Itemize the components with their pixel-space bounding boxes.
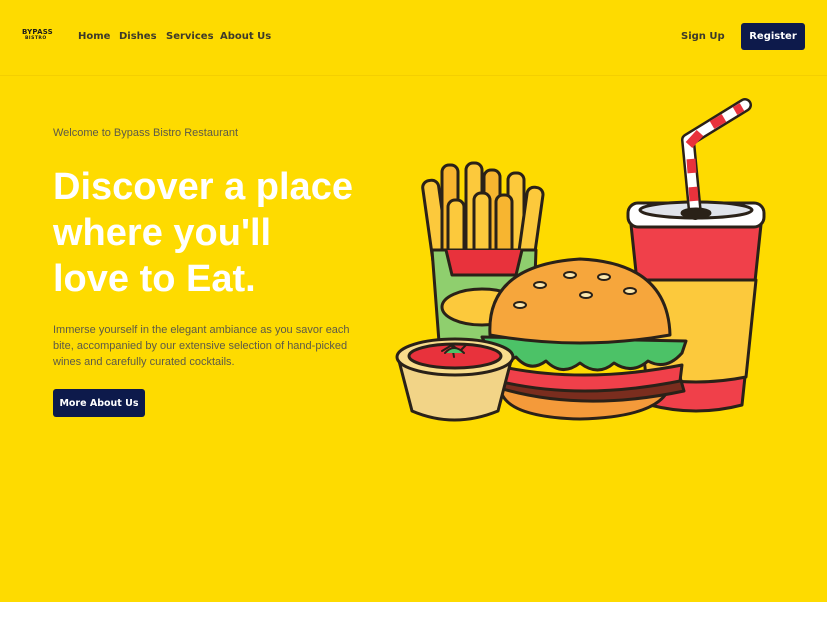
welcome-text: Welcome to Bypass Bistro Restaurant [53,127,239,139]
headline-line-2: where you'll [53,212,272,254]
navbar: BYPASS BISTRO Home Dishes Services About… [0,0,827,76]
headline-line-1: Discover a place [53,166,353,208]
sign-up-link[interactable]: Sign Up [681,31,725,42]
hero-headline: Discover a place where you'll love to Ea… [53,164,393,302]
headline-line-3: love to Eat. [53,258,256,300]
nav-link-about-us[interactable]: About Us [220,31,271,42]
fast-food-illustration [395,98,766,422]
brand-logo-line1: BYPASS [22,28,53,36]
page: BYPASS BISTRO Home Dishes Services About… [0,0,827,643]
soda-cup-icon [626,98,766,413]
nav-link-dishes[interactable]: Dishes [119,31,157,42]
brand-logo[interactable]: BYPASS BISTRO [22,29,54,45]
nav-link-home[interactable]: Home [78,31,110,42]
hero-description: Immerse yourself in the elegant ambiance… [53,324,350,368]
register-button[interactable]: Register [741,23,805,50]
nav-link-services[interactable]: Services [166,31,214,42]
brand-logo-line2: BISTRO [25,36,47,41]
more-about-us-button[interactable]: More About Us [53,389,145,417]
sauce-cup-icon [395,337,515,422]
